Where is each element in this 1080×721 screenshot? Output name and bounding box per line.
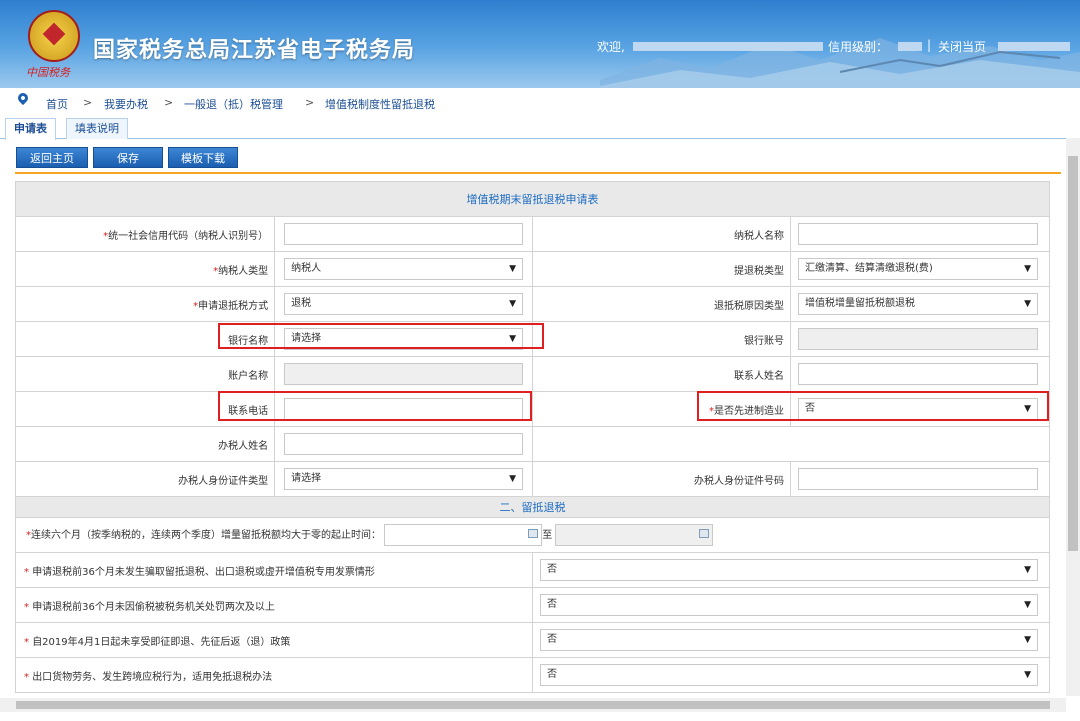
- account-name-input[interactable]: [284, 363, 524, 385]
- chevron-down-icon: ▼: [509, 299, 517, 309]
- chevron-down-icon: ▼: [509, 474, 517, 484]
- agent-name-input[interactable]: [284, 433, 524, 455]
- calendar-icon[interactable]: [528, 529, 539, 538]
- toolbar-divider: [15, 172, 1061, 174]
- period-row: *连续六个月（按季纳税的，连续两个季度）增量留抵税额均大于零的起止时间： 至: [15, 517, 1050, 553]
- question-evasion-label: * 申请退税前36个月未因偷税被税务机关处罚两次及以上: [14, 587, 534, 623]
- period-start-input[interactable]: [384, 524, 543, 546]
- taxpayer-name-label: 纳税人名称: [532, 216, 791, 252]
- chevron-down-icon: ▼: [509, 264, 517, 274]
- breadcrumb-current: 增值税制度性留抵退税: [325, 98, 435, 111]
- vertical-scroll-thumb[interactable]: [1068, 156, 1078, 551]
- credit-level-label: 信用级别：: [828, 40, 889, 54]
- username-placeholder: [633, 42, 823, 51]
- refund-type-select[interactable]: 汇缴清算、结算清缴退税(费) ▼: [797, 258, 1038, 280]
- chevron-down-icon: ▼: [1024, 670, 1032, 680]
- credit-code-input[interactable]: [284, 223, 524, 245]
- taxpayer-type-label: *纳税人类型: [14, 251, 276, 287]
- question-export-select[interactable]: 否 ▼: [540, 664, 1039, 686]
- breadcrumb-refund-mgmt[interactable]: 一般退（抵）税管理: [184, 96, 283, 112]
- site-header: 中国税务 国家税务总局江苏省电子税务局 欢迎, 信用级别： | 关闭当页: [0, 0, 1080, 88]
- credit-level-value: [898, 42, 922, 51]
- account-name-label: 账户名称: [14, 356, 276, 392]
- empty-cell: [532, 426, 1050, 462]
- refund-method-label: *申请退抵税方式: [14, 286, 276, 322]
- breadcrumb-tax[interactable]: 我要办税: [104, 96, 148, 112]
- location-pin-icon: [15, 90, 31, 106]
- section-refund-title: 二、留抵退税: [15, 496, 1050, 518]
- period-end-input[interactable]: [555, 524, 714, 546]
- chevron-down-icon: ▼: [1024, 600, 1032, 610]
- question-policy-select[interactable]: 否 ▼: [540, 629, 1039, 651]
- contact-phone-highlight: [218, 391, 532, 421]
- period-label: 连续六个月（按季纳税的，连续两个季度）增量留抵税额均大于零的起止时间：: [31, 530, 381, 541]
- tab-application-form[interactable]: 申请表: [5, 118, 56, 140]
- header-extra-placeholder: [998, 42, 1070, 51]
- welcome-text: 欢迎,: [597, 40, 625, 54]
- question-fraud-select[interactable]: 否 ▼: [540, 559, 1039, 581]
- calendar-icon[interactable]: [699, 529, 710, 538]
- question-export-label: * 出口货物劳务、发生跨境应税行为，适用免抵退税办法: [14, 657, 534, 693]
- breadcrumb-arrow: >: [83, 96, 93, 109]
- contact-name-input[interactable]: [797, 363, 1038, 385]
- agent-id-type-label: 办税人身份证件类型: [14, 461, 276, 497]
- chevron-down-icon: ▼: [1024, 635, 1032, 645]
- chevron-down-icon: ▼: [1024, 299, 1031, 309]
- question-fraud-label: * 申请退税前36个月未发生骗取留抵退税、出口退税或虚开增值税专用发票情形: [14, 552, 534, 588]
- refund-reason-select[interactable]: 增值税增量留抵税额退税 ▼: [797, 293, 1038, 315]
- bank-account-input[interactable]: [797, 328, 1038, 350]
- site-title: 国家税务总局江苏省电子税务局: [93, 38, 416, 63]
- horizontal-scroll-thumb[interactable]: [16, 701, 1050, 709]
- credit-code-label: *统一社会信用代码（纳税人识别号）: [14, 216, 276, 252]
- chevron-down-icon: ▼: [1024, 264, 1031, 274]
- breadcrumb-arrow: >: [164, 96, 174, 109]
- taxpayer-name-input[interactable]: [797, 223, 1038, 245]
- agent-id-number-input[interactable]: [797, 468, 1038, 490]
- breadcrumb: 首页 > 我要办税 > 一般退（抵）税管理 > 增值税制度性留抵退税: [0, 90, 1080, 114]
- vertical-scrollbar[interactable]: [1066, 138, 1080, 696]
- tax-emblem-icon: [28, 10, 80, 62]
- form-title: 增值税期末留抵退税申请表: [15, 181, 1050, 217]
- question-policy-label: * 自2019年4月1日起未享受即征即退、先征后返（退）政策: [14, 622, 534, 658]
- question-evasion-select[interactable]: 否 ▼: [540, 594, 1039, 616]
- period-to-label: 至: [542, 530, 553, 541]
- tab-bar: 申请表 填表说明: [0, 116, 1080, 140]
- close-page-link[interactable]: 关闭当页: [938, 38, 986, 55]
- chevron-down-icon: ▼: [1024, 565, 1032, 575]
- tab-instructions[interactable]: 填表说明: [66, 118, 128, 139]
- breadcrumb-arrow: >: [305, 96, 315, 109]
- advanced-manufacturing-highlight: [697, 391, 1049, 421]
- breadcrumb-home[interactable]: 首页: [46, 96, 68, 112]
- agent-id-type-select[interactable]: 请选择 ▼: [284, 468, 524, 490]
- refund-reason-label: 退抵税原因类型: [532, 286, 791, 322]
- taxpayer-type-select[interactable]: 纳税人 ▼: [284, 258, 524, 280]
- back-home-button[interactable]: 返回主页: [16, 147, 88, 168]
- template-download-button[interactable]: 模板下载: [168, 147, 238, 168]
- agent-id-number-label: 办税人身份证件号码: [532, 461, 791, 497]
- refund-method-select[interactable]: 退税 ▼: [284, 293, 524, 315]
- refund-type-label: 提退税类型: [532, 251, 791, 287]
- bank-account-label: 银行账号: [532, 321, 791, 357]
- save-button[interactable]: 保存: [93, 147, 163, 168]
- bank-name-highlight: [218, 323, 544, 349]
- signature-logo: 中国税务: [26, 66, 70, 79]
- agent-name-label: 办税人姓名: [14, 426, 276, 462]
- refund-application-form: 增值税期末留抵退税申请表 *统一社会信用代码（纳税人识别号） 纳税人名称 *纳税…: [14, 181, 1051, 693]
- header-separator: |: [927, 38, 932, 52]
- horizontal-scrollbar[interactable]: [0, 698, 1066, 712]
- contact-name-label: 联系人姓名: [532, 356, 791, 392]
